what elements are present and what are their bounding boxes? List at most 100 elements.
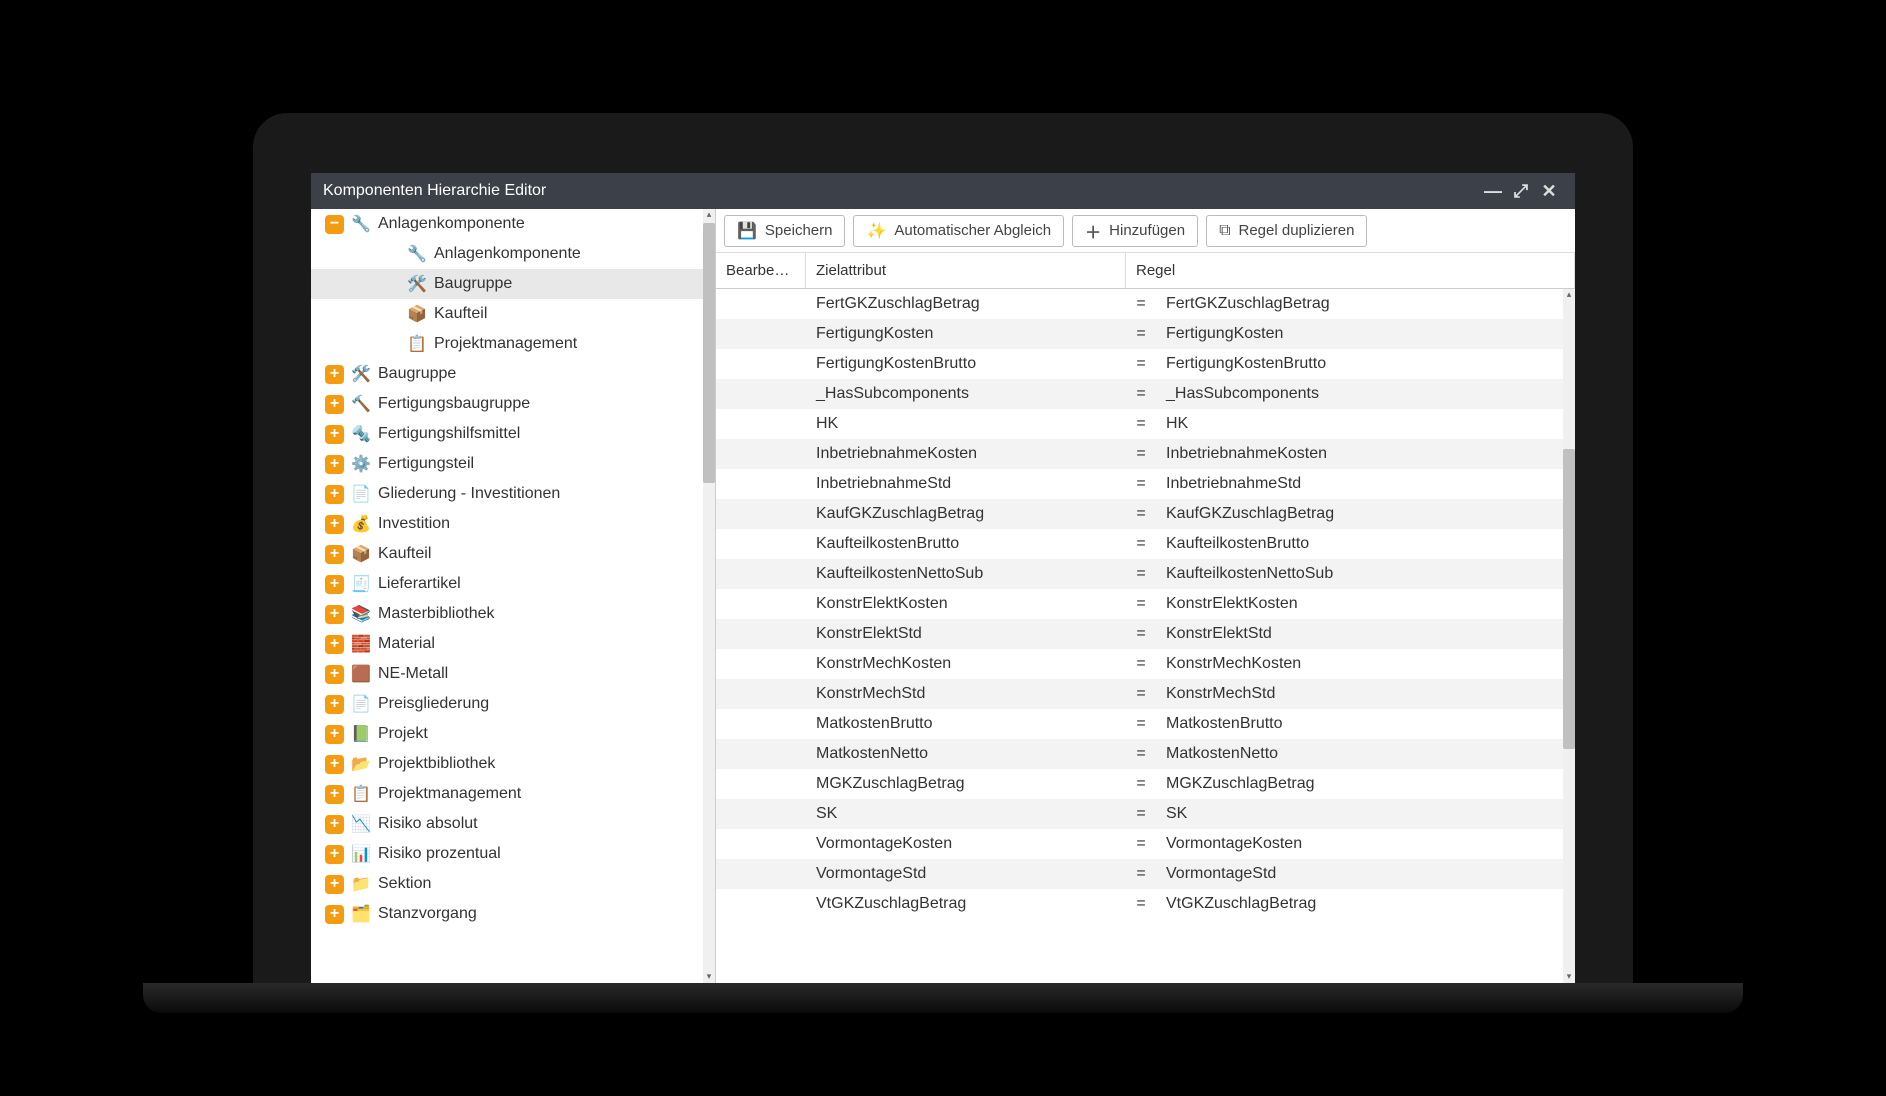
expand-icon[interactable]: +	[325, 485, 344, 504]
table-row[interactable]: InbetriebnahmeKosten=InbetriebnahmeKoste…	[716, 439, 1575, 469]
expand-icon[interactable]: +	[325, 845, 344, 864]
tree-item[interactable]: +📄Gliederung - Investitionen	[311, 479, 715, 509]
expand-icon[interactable]: +	[325, 545, 344, 564]
table-row[interactable]: HK=HK	[716, 409, 1575, 439]
expand-icon[interactable]: +	[325, 365, 344, 384]
table-scroll-thumb[interactable]	[1563, 449, 1575, 749]
tree-item[interactable]: +📄Preisgliederung	[311, 689, 715, 719]
tree-item[interactable]: +🗂️Stanzvorgang	[311, 899, 715, 929]
tree-item[interactable]: −🔧Anlagenkomponente	[311, 209, 715, 239]
tree-sidebar[interactable]: −🔧Anlagenkomponente🔧Anlagenkomponente🛠️B…	[311, 209, 716, 983]
table-row[interactable]: MatkostenBrutto=MatkostenBrutto	[716, 709, 1575, 739]
table-body[interactable]: FertGKZuschlagBetrag=FertGKZuschlagBetra…	[716, 289, 1575, 983]
cell-edit[interactable]	[716, 679, 806, 709]
expand-icon[interactable]: +	[325, 815, 344, 834]
tree-item[interactable]: +📦Kaufteil	[311, 539, 715, 569]
cell-edit[interactable]	[716, 349, 806, 379]
tree-item[interactable]: 📋Projektmanagement	[311, 329, 715, 359]
expand-icon[interactable]: +	[325, 905, 344, 924]
cell-edit[interactable]	[716, 409, 806, 439]
tree-item[interactable]: +📂Projektbibliothek	[311, 749, 715, 779]
expand-icon[interactable]: +	[325, 425, 344, 444]
cell-edit[interactable]	[716, 799, 806, 829]
cell-edit[interactable]	[716, 619, 806, 649]
cell-edit[interactable]	[716, 529, 806, 559]
cell-edit[interactable]	[716, 289, 806, 319]
tree-item[interactable]: +🟫NE-Metall	[311, 659, 715, 689]
tree-item[interactable]: 🛠️Baugruppe	[311, 269, 715, 299]
expand-icon[interactable]: +	[325, 785, 344, 804]
table-row[interactable]: _HasSubcomponents=_HasSubcomponents	[716, 379, 1575, 409]
tree-item[interactable]: +💰Investition	[311, 509, 715, 539]
cell-edit[interactable]	[716, 709, 806, 739]
tree-item[interactable]: +🧱Material	[311, 629, 715, 659]
tree-item[interactable]: +🧾Lieferartikel	[311, 569, 715, 599]
auto-match-button[interactable]: ✨ Automatischer Abgleich	[853, 215, 1064, 247]
cell-edit[interactable]	[716, 499, 806, 529]
maximize-button[interactable]: ⤢	[1507, 177, 1535, 205]
expand-icon[interactable]: +	[325, 635, 344, 654]
cell-edit[interactable]	[716, 319, 806, 349]
expand-icon[interactable]: +	[325, 575, 344, 594]
cell-edit[interactable]	[716, 889, 806, 919]
tree-item[interactable]: 📦Kaufteil	[311, 299, 715, 329]
tree-item[interactable]: +📁Sektion	[311, 869, 715, 899]
tree-item[interactable]: +📋Projektmanagement	[311, 779, 715, 809]
add-button[interactable]: ＋ Hinzufügen	[1072, 215, 1198, 247]
expand-icon[interactable]: +	[325, 755, 344, 774]
collapse-icon[interactable]: −	[325, 215, 344, 234]
col-target[interactable]: Zielattribut	[806, 253, 1126, 288]
expand-icon[interactable]: +	[325, 875, 344, 894]
scroll-up-arrow[interactable]: ▴	[703, 209, 715, 221]
cell-edit[interactable]	[716, 559, 806, 589]
expand-icon[interactable]: +	[325, 455, 344, 474]
tree-item[interactable]: +📚Masterbibliothek	[311, 599, 715, 629]
tree-item[interactable]: +🔩Fertigungshilfsmittel	[311, 419, 715, 449]
table-row[interactable]: KonstrElektStd=KonstrElektStd	[716, 619, 1575, 649]
expand-icon[interactable]: +	[325, 605, 344, 624]
cell-edit[interactable]	[716, 739, 806, 769]
tree-item[interactable]: 🔧Anlagenkomponente	[311, 239, 715, 269]
table-scroll-down-arrow[interactable]: ▾	[1563, 971, 1575, 983]
table-scrollbar[interactable]: ▴ ▾	[1563, 289, 1575, 983]
table-row[interactable]: MGKZuschlagBetrag=MGKZuschlagBetrag	[716, 769, 1575, 799]
cell-edit[interactable]	[716, 589, 806, 619]
table-row[interactable]: KonstrMechStd=KonstrMechStd	[716, 679, 1575, 709]
table-row[interactable]: KaufteilkostenNettoSub=KaufteilkostenNet…	[716, 559, 1575, 589]
table-row[interactable]: InbetriebnahmeStd=InbetriebnahmeStd	[716, 469, 1575, 499]
scroll-down-arrow[interactable]: ▾	[703, 971, 715, 983]
expand-icon[interactable]: +	[325, 695, 344, 714]
table-row[interactable]: FertigungKosten=FertigungKosten	[716, 319, 1575, 349]
expand-icon[interactable]: +	[325, 725, 344, 744]
tree-item[interactable]: +🔨Fertigungsbaugruppe	[311, 389, 715, 419]
expand-icon[interactable]: +	[325, 665, 344, 684]
tree-item[interactable]: +⚙️Fertigungsteil	[311, 449, 715, 479]
close-button[interactable]: ✕	[1535, 177, 1563, 205]
tree-item[interactable]: +🛠️Baugruppe	[311, 359, 715, 389]
col-rule[interactable]: Regel	[1126, 253, 1575, 288]
table-row[interactable]: VtGKZuschlagBetrag=VtGKZuschlagBetrag	[716, 889, 1575, 919]
table-row[interactable]: VormontageKosten=VormontageKosten	[716, 829, 1575, 859]
col-edit[interactable]: Bearbe…	[716, 253, 806, 288]
table-row[interactable]: FertigungKostenBrutto=FertigungKostenBru…	[716, 349, 1575, 379]
table-row[interactable]: VormontageStd=VormontageStd	[716, 859, 1575, 889]
expand-icon[interactable]: +	[325, 395, 344, 414]
table-row[interactable]: SK=SK	[716, 799, 1575, 829]
cell-edit[interactable]	[716, 769, 806, 799]
tree-item[interactable]: +📊Risiko prozentual	[311, 839, 715, 869]
expand-icon[interactable]: +	[325, 515, 344, 534]
minimize-button[interactable]: —	[1479, 177, 1507, 205]
sidebar-scrollbar[interactable]: ▴ ▾	[703, 209, 715, 983]
tree-item[interactable]: +📉Risiko absolut	[311, 809, 715, 839]
duplicate-button[interactable]: ⧉ Regel duplizieren	[1206, 215, 1367, 247]
cell-edit[interactable]	[716, 469, 806, 499]
sidebar-scroll-thumb[interactable]	[703, 223, 715, 483]
table-row[interactable]: FertGKZuschlagBetrag=FertGKZuschlagBetra…	[716, 289, 1575, 319]
cell-edit[interactable]	[716, 649, 806, 679]
cell-edit[interactable]	[716, 439, 806, 469]
cell-edit[interactable]	[716, 379, 806, 409]
tree-item[interactable]: +📗Projekt	[311, 719, 715, 749]
table-row[interactable]: KaufGKZuschlagBetrag=KaufGKZuschlagBetra…	[716, 499, 1575, 529]
table-scroll-up-arrow[interactable]: ▴	[1563, 289, 1575, 301]
table-row[interactable]: KaufteilkostenBrutto=KaufteilkostenBrutt…	[716, 529, 1575, 559]
